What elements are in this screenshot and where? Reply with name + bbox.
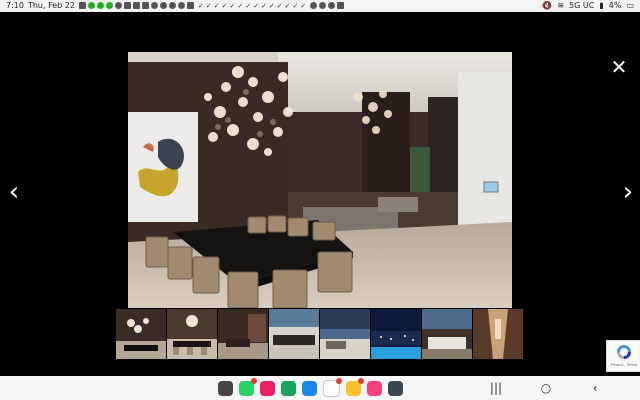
notification-badge (358, 378, 364, 384)
mute-icon: 🔇 (542, 1, 553, 10)
game-room-thumb (218, 309, 268, 359)
whatsapp-icon[interactable] (239, 378, 257, 396)
check-icon: ✓ (237, 1, 244, 10)
check-icon: ✓ (213, 1, 220, 10)
chat-icon[interactable] (281, 381, 296, 396)
check-icon: ✓ (284, 1, 291, 10)
messenger-icon (114, 2, 122, 9)
back-button[interactable]: ‹ (587, 380, 603, 396)
thumbnail-6[interactable] (371, 309, 421, 359)
battery-icon: ▭ (626, 1, 634, 10)
check-icon: ✓ (221, 1, 228, 10)
thumbnail-7[interactable] (422, 309, 472, 359)
dining-chandelier-thumb (116, 309, 166, 359)
clock-time: 7:10 (6, 1, 24, 10)
back-icon: ‹ (592, 381, 598, 395)
flower-icon[interactable] (367, 381, 382, 396)
calendar-icon (141, 2, 149, 9)
night-pool-view-thumb (371, 309, 421, 359)
living-dining-room-photo (128, 52, 512, 308)
check-icon: ✓ (205, 1, 212, 10)
thumbnail-strip (116, 309, 524, 359)
thumbnail-1[interactable] (116, 309, 166, 359)
check-icon: ✓ (268, 1, 275, 10)
phone-icon (150, 2, 158, 9)
recaptcha-badge[interactable]: Privacy - Terms (606, 340, 640, 372)
thumbnail-2[interactable] (167, 309, 217, 359)
app-dock (218, 378, 403, 397)
check-icon: ✓ (292, 1, 299, 10)
recents-button[interactable]: ||| (488, 380, 504, 396)
thumbnail-8[interactable] (473, 309, 523, 359)
pinterest-icon (319, 2, 327, 9)
city-view-lounge-thumb (320, 309, 370, 359)
recaptcha-footer: Privacy - Terms (610, 363, 638, 367)
whatsapp-icon (105, 2, 113, 9)
home-icon: ○ (540, 381, 552, 395)
check-icon: ✓ (260, 1, 267, 10)
main-photo (128, 52, 512, 308)
wifi-icon: ≋ (557, 1, 565, 10)
mail-icon (123, 2, 131, 9)
check-icon: ✓ (245, 1, 252, 10)
home-button[interactable]: ○ (538, 380, 554, 396)
podcast-icon[interactable] (260, 381, 275, 396)
network-label: 5G UC (569, 1, 595, 10)
kitchen-thumb (269, 309, 319, 359)
apps-grid-icon[interactable] (218, 381, 233, 396)
clock-date: Thu, Feb 22 (27, 1, 75, 10)
recents-icon: ||| (489, 381, 503, 395)
thumbnail-5[interactable] (320, 309, 370, 359)
pinterest-icon (310, 2, 318, 9)
check-icons: ✓ ✓ ✓ ✓ ✓ ✓ ✓ ✓ ✓ ✓ ✓ ✓ ✓ ✓ (198, 2, 306, 10)
hallway-thumb (473, 309, 523, 359)
system-navigation-bar: ||| ○ ‹ (0, 376, 640, 400)
mail-icon (177, 2, 185, 9)
chevron-left-icon: ‹ (8, 177, 20, 207)
next-photo-button[interactable]: › (616, 177, 640, 207)
gallery-icon (337, 2, 345, 9)
check-icon: ✓ (276, 1, 283, 10)
pinterest-icon (168, 2, 176, 9)
battery-percent: 4% (608, 1, 622, 10)
notification-badge (336, 378, 342, 384)
check-icon: ✓ (300, 1, 307, 10)
settings-icon[interactable] (388, 381, 403, 396)
gmail-icon[interactable] (323, 378, 342, 397)
dining-table-thumb (167, 309, 217, 359)
notification-icons (78, 2, 194, 9)
check-icon: ✓ (197, 1, 204, 10)
recaptcha-icon (617, 345, 631, 359)
close-button[interactable]: ✕ (608, 56, 630, 78)
photo-gallery-lightbox: ‹ › ✕ (0, 12, 640, 376)
chrome-icon[interactable] (346, 378, 364, 396)
messages-icon[interactable] (302, 381, 317, 396)
check-icon: ✓ (229, 1, 236, 10)
previous-photo-button[interactable]: ‹ (2, 177, 26, 207)
location-icon (159, 2, 167, 9)
gallery-icon (78, 2, 86, 9)
whatsapp-icon (96, 2, 104, 9)
check-icon: ✓ (253, 1, 259, 10)
image-icon (186, 2, 194, 9)
signal-icon: ▮ (599, 1, 604, 10)
more-notification-icons (310, 2, 345, 9)
whatsapp-icon (87, 2, 95, 9)
notification-badge (251, 378, 257, 384)
thumbnail-4[interactable] (269, 309, 319, 359)
status-bar: 7:10 Thu, Feb 22 ✓ ✓ ✓ ✓ ✓ ✓ ✓ ✓ ✓ ✓ ✓ ✓… (0, 0, 640, 12)
pinterest-icon (328, 2, 336, 9)
close-icon: ✕ (610, 55, 628, 79)
image-icon (132, 2, 140, 9)
chevron-right-icon: › (622, 177, 634, 207)
thumbnail-3[interactable] (218, 309, 268, 359)
bedroom-thumb (422, 309, 472, 359)
